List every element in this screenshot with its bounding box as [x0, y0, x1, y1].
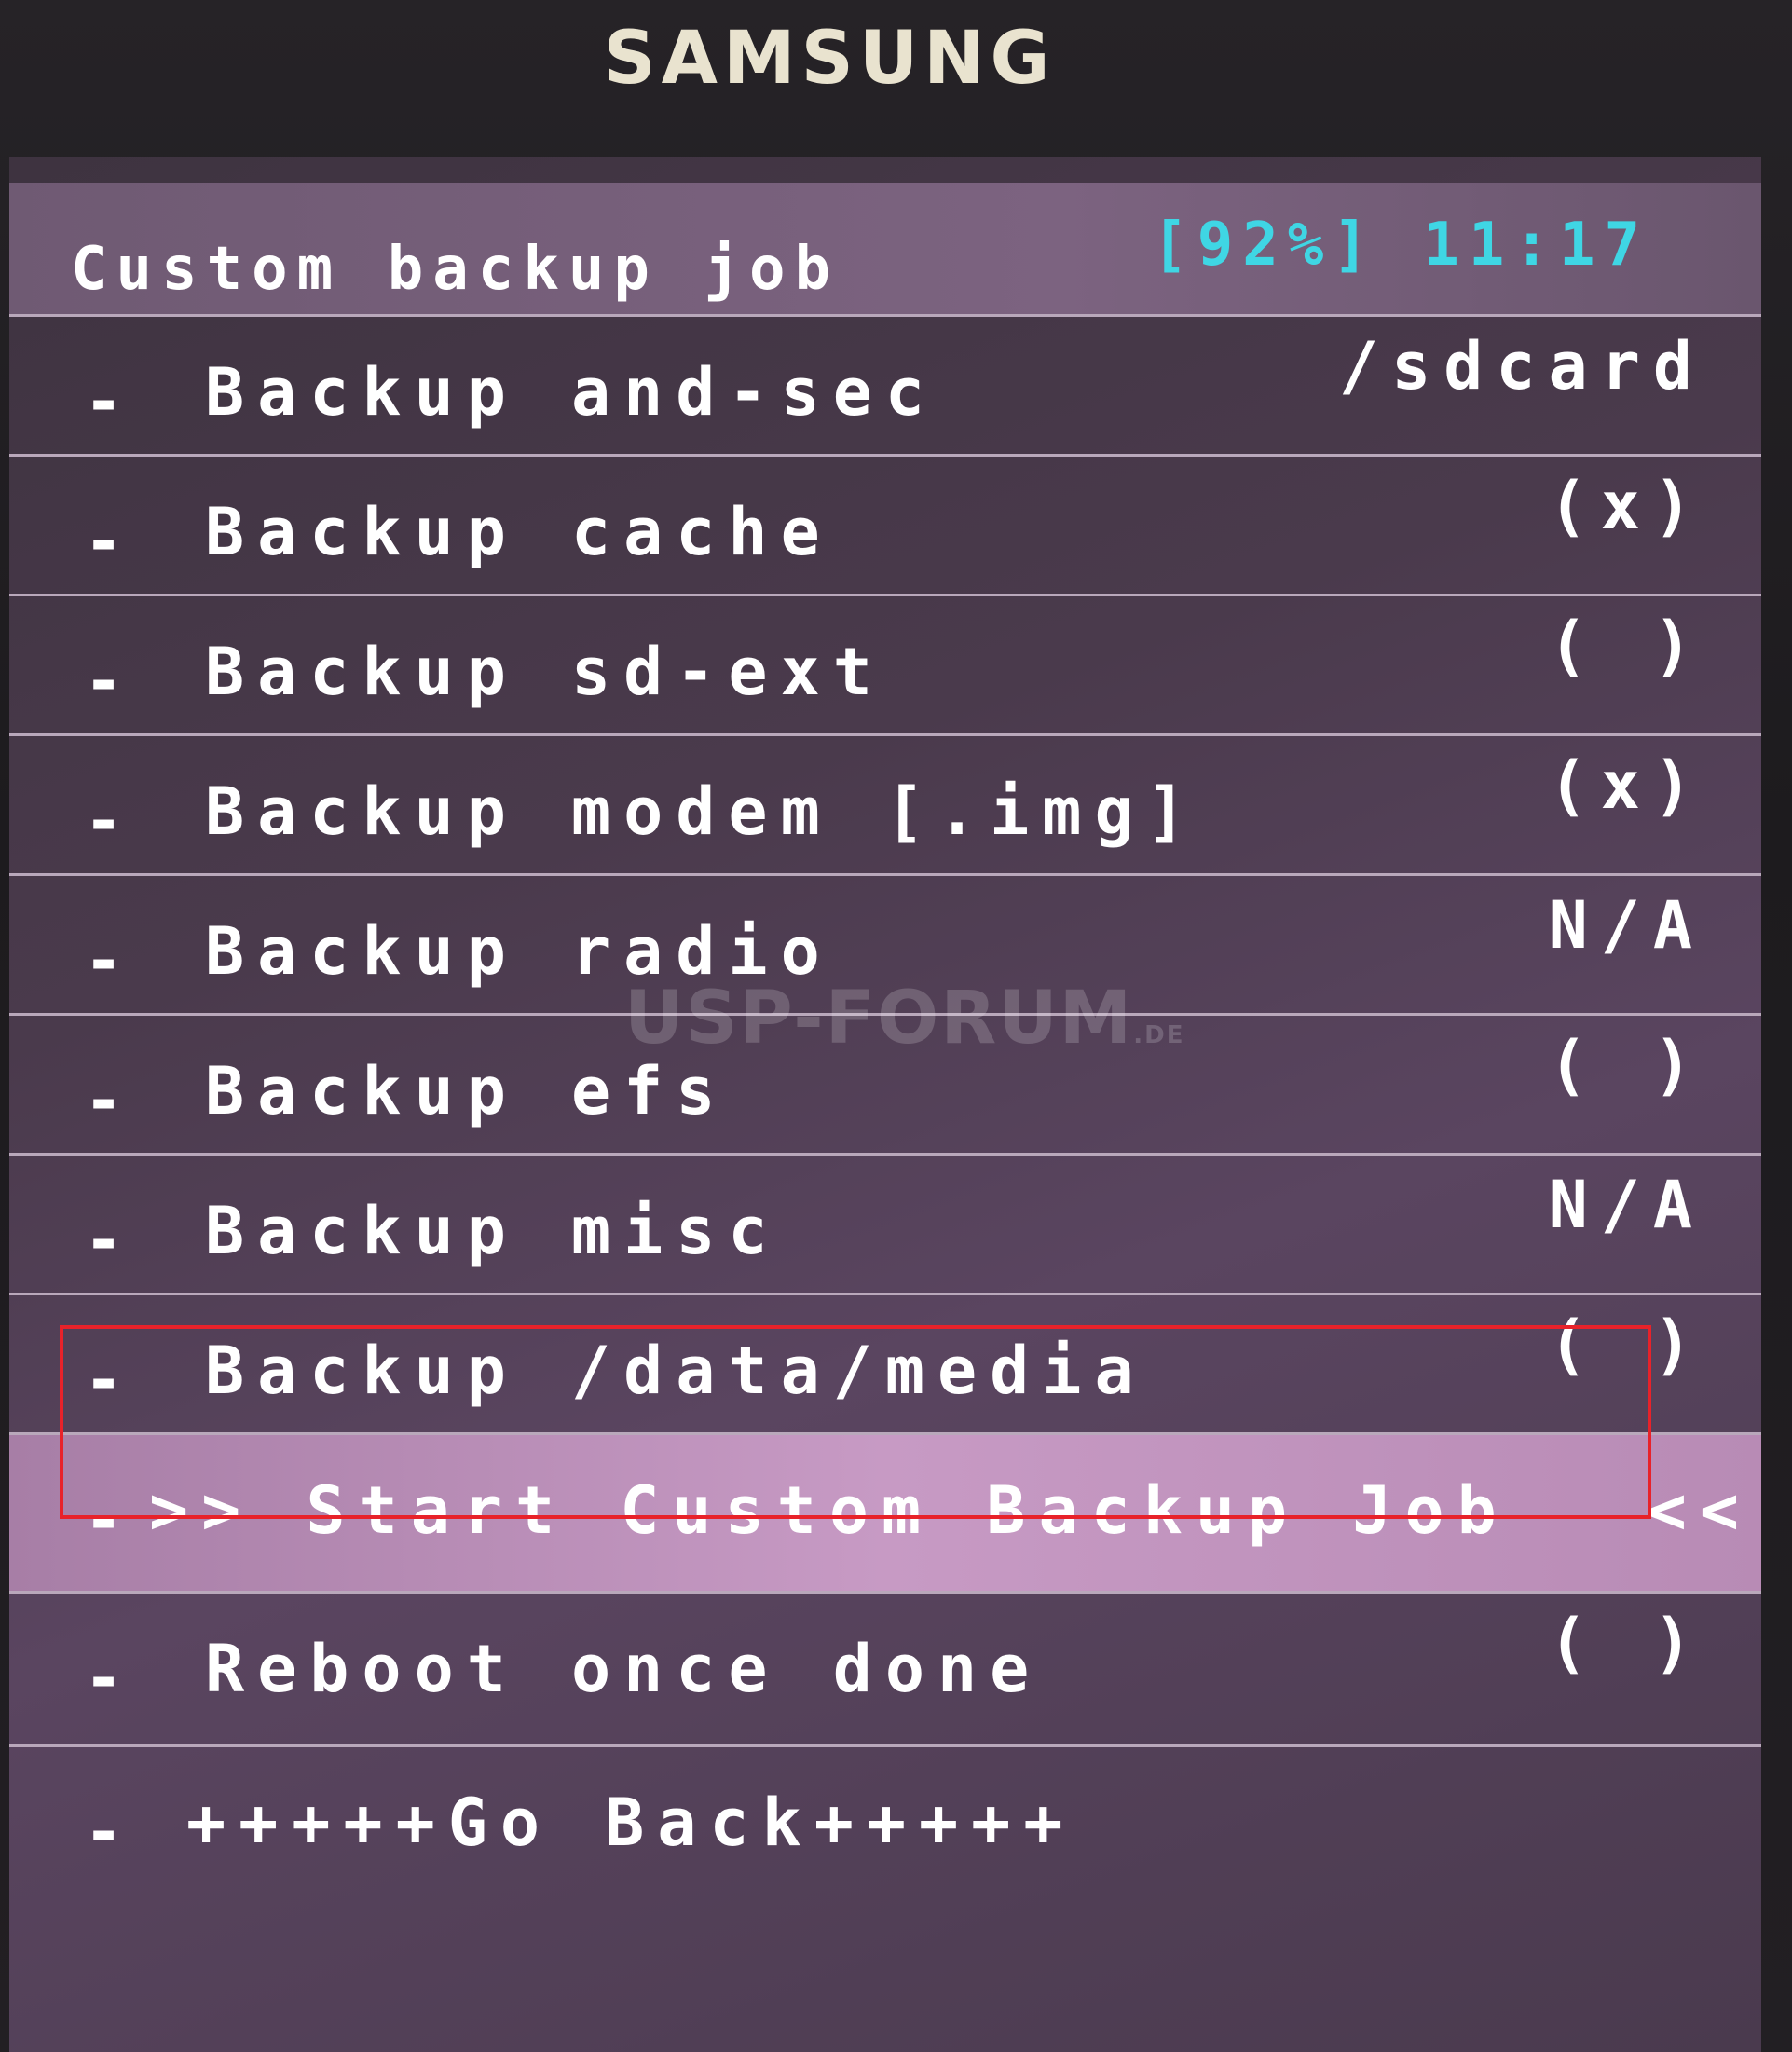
- menu-item-label: Backup misc: [205, 1193, 781, 1269]
- bullet-dash: -: [84, 783, 137, 859]
- menu-item-checkbox: ( ): [1548, 1605, 1705, 1681]
- bullet-dash: -: [84, 1794, 137, 1870]
- status-bar: [92%] 11:17: [1152, 211, 1649, 280]
- bullet-dash: -: [84, 1202, 137, 1279]
- watermark-text: USP-FORUM: [624, 977, 1134, 1060]
- menu-item-label: Backup and-sec: [205, 354, 938, 431]
- menu-item-backup-and-sec[interactable]: - Backup and-sec /sdcard: [9, 317, 1761, 457]
- menu-item-backup-cache[interactable]: - Backup cache (x): [9, 457, 1761, 596]
- watermark-suffix: .DE: [1133, 1021, 1185, 1049]
- clock-time: 11:17: [1423, 211, 1649, 280]
- menu-item-backup-misc[interactable]: - Backup misc N/A: [9, 1156, 1761, 1295]
- menu-title: Custom backup job: [71, 235, 841, 304]
- menu-item-checkbox: (x): [1548, 747, 1705, 824]
- battery-level: [92%]: [1152, 211, 1378, 280]
- menu-item-value: N/A: [1548, 887, 1705, 964]
- forum-watermark: USP-FORUM.DE: [624, 977, 1185, 1060]
- bullet-dash: -: [84, 363, 137, 440]
- menu-item-label: Backup cache: [205, 494, 833, 570]
- menu-item-backup-sd-ext[interactable]: - Backup sd-ext ( ): [9, 596, 1761, 736]
- menu-item-value: N/A: [1548, 1167, 1705, 1243]
- highlight-annotation-box: [60, 1325, 1651, 1519]
- bullet-dash: -: [84, 503, 137, 580]
- menu-item-label: Backup sd-ext: [205, 634, 885, 710]
- menu-item-label: Backup efs: [205, 1053, 729, 1129]
- bullet-dash: -: [84, 1640, 137, 1717]
- menu-item-value: /sdcard: [1338, 328, 1705, 404]
- menu-item-label: Backup modem [.img]: [205, 773, 1199, 850]
- menu-item-reboot-once-done[interactable]: - Reboot once done ( ): [9, 1594, 1761, 1747]
- bullet-dash: -: [84, 1062, 137, 1139]
- bullet-dash: -: [84, 643, 137, 719]
- recovery-screen: Custom backup job [92%] 11:17 - Backup a…: [9, 157, 1761, 2052]
- menu-item-go-back[interactable]: - +++++Go Back+++++: [9, 1747, 1761, 1906]
- menu-item-checkbox: ( ): [1548, 608, 1705, 684]
- brand-logo: SAMSUNG: [603, 17, 1056, 101]
- menu-item-label: +++++Go Back+++++: [186, 1785, 1076, 1861]
- bullet-dash: -: [84, 923, 137, 999]
- menu-item-checkbox: ( ): [1548, 1027, 1705, 1103]
- menu-header: Custom backup job [92%] 11:17: [9, 183, 1761, 317]
- menu-item-checkbox: (x): [1548, 468, 1705, 544]
- selection-marker: <<: [1647, 1472, 1752, 1549]
- menu-item-label: Reboot once done: [205, 1631, 1043, 1707]
- menu-item-backup-modem[interactable]: - Backup modem [.img] (x): [9, 736, 1761, 876]
